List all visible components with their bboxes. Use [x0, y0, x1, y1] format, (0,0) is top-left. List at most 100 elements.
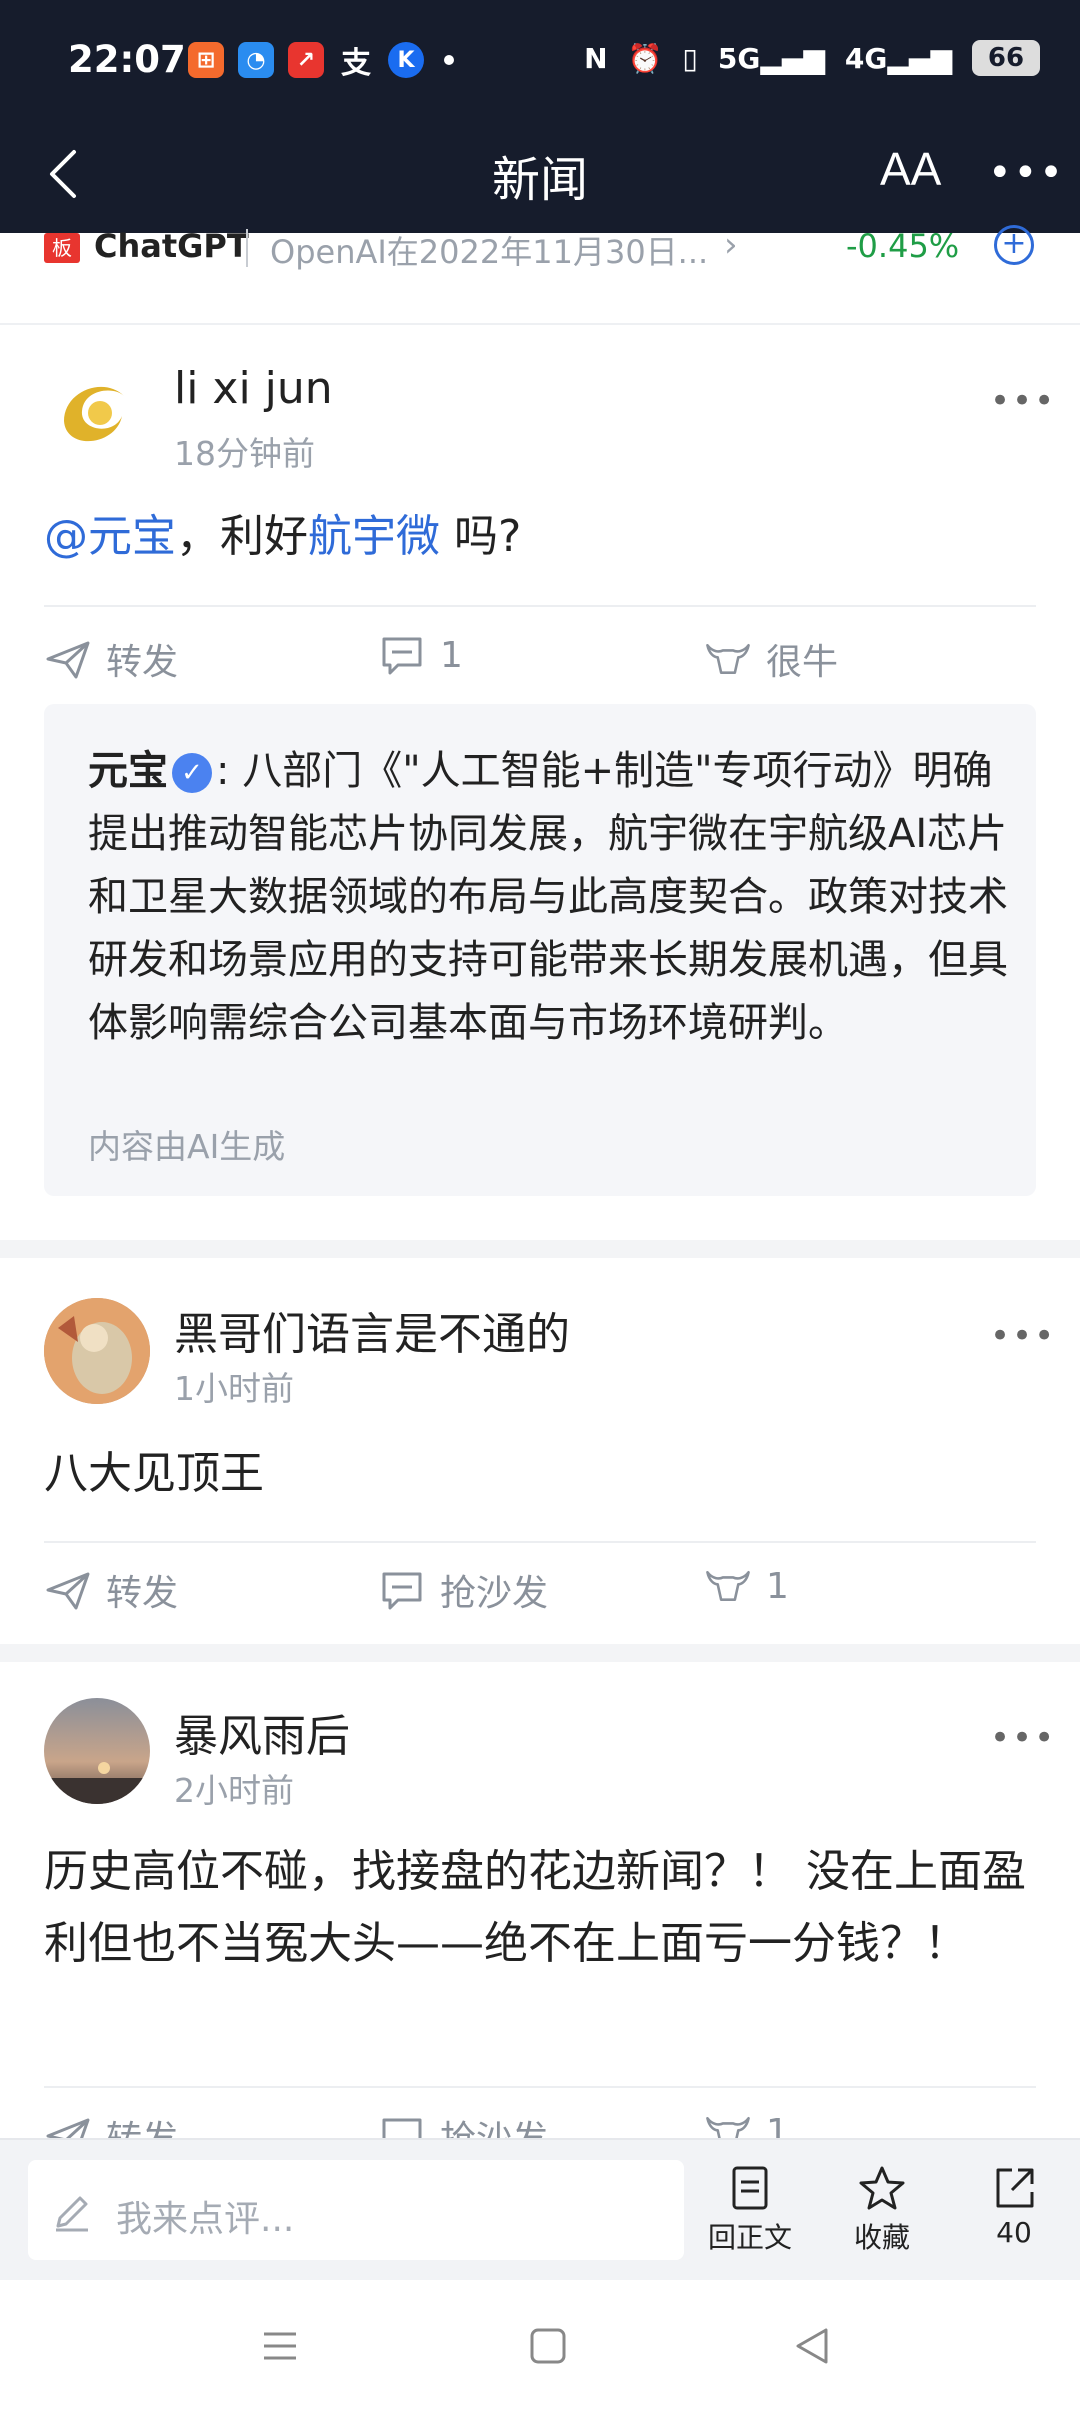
status-time: 22:07 [68, 38, 186, 81]
notification-icons: ⊞ ◔ ↗ 支 K [188, 42, 454, 81]
share-button[interactable]: 转发 [44, 633, 178, 685]
avatar[interactable] [44, 1298, 150, 1404]
ticker-separator [246, 229, 248, 267]
post-item: 暴风雨后 2小时前 ••• 历史高位不碰，找接盘的花边新闻？！ 没在上面盈利但也… [0, 1662, 1080, 2138]
share-label: 转发 [106, 1573, 179, 1614]
ticker-description: OpenAI在2022年11月30日... [270, 233, 709, 271]
stock-ticker-bar[interactable]: 板 ChatGPT OpenAI在2022年11月30日... › -0.45%… [0, 225, 1080, 325]
ai-generated-note: 内容由AI生成 [88, 1127, 286, 1166]
stock-app-icon: ↗ [288, 42, 324, 78]
share-icon [46, 2118, 90, 2138]
favorite-button[interactable]: 收藏 [822, 2164, 942, 2256]
pen-icon [56, 2196, 88, 2232]
font-size-button[interactable]: AA [880, 142, 941, 196]
divider [44, 1541, 1036, 1543]
sunset-avatar-icon [44, 1698, 150, 1804]
like-count: 1 [766, 2111, 789, 2139]
star-icon [859, 2166, 905, 2210]
post-text: 八大见顶王 [44, 1448, 264, 1499]
post-item: 黑哥们语言是不通的 1小时前 ••• 八大见顶王 转发 抢沙发 1 [0, 1258, 1080, 1638]
share-icon [46, 641, 90, 679]
post-text: 历史高位不碰，找接盘的花边新闻？！ 没在上面盈利但也不当冤大头——绝不在上面亏一… [44, 1846, 1026, 1969]
comment-icon [382, 1572, 422, 1610]
xiaohongshu-icon: ⊞ [188, 42, 224, 78]
share-label: 转发 [106, 642, 179, 683]
post-text: @元宝，利好航宇微 吗? [44, 501, 1036, 573]
post-time: 18分钟前 [174, 434, 315, 473]
share-count: 40 [996, 2216, 1032, 2249]
more-menu-button[interactable]: ••• [988, 150, 1065, 196]
avatar[interactable] [44, 361, 150, 467]
comment-label: 抢沙发 [440, 2110, 548, 2138]
ai-reply-text: 元宝 ✓: 八部门《"人工智能+制造"专项行动》明确提出推动智能芯片协同发展，航宇… [88, 740, 1008, 1055]
post-item: li xi jun 18分钟前 ••• @元宝，利好航宇微 吗? 转发 1 很牛… [0, 325, 1080, 1240]
status-bar: 22:07 ⊞ ◔ ↗ 支 K N ⏰ ▯ 5G▂▄▆ 4G▂▄▆ 66 [0, 0, 1080, 120]
signal-5g-icon: 5G▂▄▆ [717, 41, 825, 75]
comment-icon [382, 637, 422, 675]
like-count: 1 [766, 1565, 789, 1607]
author-name[interactable]: 黑哥们语言是不通的 [174, 1298, 570, 1362]
comment-bar: 我来点评... 回正文 收藏 40 [0, 2138, 1080, 2280]
sector-badge: 板 [44, 233, 80, 263]
vibrate-icon: ▯ [682, 41, 698, 75]
alarm-icon: ⏰ [627, 41, 663, 75]
more-notifications-dot [444, 55, 454, 65]
back-nav-icon[interactable] [790, 2324, 834, 2368]
mention-link[interactable]: @元宝 [44, 511, 176, 562]
share-icon [46, 1572, 90, 1610]
post-more-button[interactable]: ••• [990, 381, 1056, 421]
post-more-button[interactable]: ••• [990, 1718, 1056, 1758]
k-app-icon: K [388, 42, 424, 78]
system-icons: N ⏰ ▯ 5G▂▄▆ 4G▂▄▆ 66 [584, 40, 1040, 76]
external-share-icon [996, 2168, 1034, 2208]
back-to-article-button[interactable]: 回正文 [690, 2164, 810, 2256]
system-nav-bar [0, 2280, 1080, 2412]
share-article-button[interactable]: 40 [954, 2164, 1074, 2249]
avatar[interactable] [44, 1698, 150, 1804]
ticker-change: -0.45% [846, 227, 960, 265]
share-button[interactable]: 转发 [44, 1564, 178, 1616]
author-name[interactable]: 暴风雨后 [174, 1700, 350, 1764]
signal-4g-icon: 4G▂▄▆ [844, 41, 952, 75]
bull-icon [706, 2117, 750, 2138]
gold-swirl-avatar-icon [47, 364, 147, 464]
share-button[interactable]: 转发 [44, 2110, 178, 2138]
menu-icon[interactable] [258, 2324, 302, 2368]
add-watchlist-button[interactable]: + [994, 225, 1034, 265]
like-button[interactable]: 1 [704, 1564, 789, 1608]
like-label: 很牛 [766, 642, 839, 683]
chevron-right-icon: › [724, 225, 738, 265]
share-label: 转发 [106, 2110, 178, 2138]
battery-icon: 66 [972, 40, 1040, 76]
stock-link[interactable]: 航宇微 [308, 511, 440, 562]
divider [44, 2086, 1036, 2088]
comment-input[interactable]: 我来点评... [28, 2160, 684, 2260]
ai-reply-name: 元宝 [88, 748, 168, 794]
comment-icon [382, 2118, 422, 2138]
bull-icon [706, 643, 750, 674]
comment-button[interactable]: 抢沙发 [378, 2110, 548, 2138]
author-name[interactable]: li xi jun [174, 363, 333, 414]
comment-count: 1 [440, 634, 463, 676]
nfc-icon: N [584, 41, 608, 75]
ai-reply-box[interactable]: 元宝 ✓: 八部门《"人工智能+制造"专项行动》明确提出推动智能芯片协同发展，航宇… [44, 704, 1036, 1196]
bull-icon [706, 1571, 750, 1601]
divider [44, 605, 1036, 607]
comment-label: 抢沙发 [440, 1573, 549, 1614]
ai-reply-body: : 八部门《"人工智能+制造"专项行动》明确提出推动智能芯片协同发展，航宇微在宇… [88, 748, 1008, 1046]
post-time: 1小时前 [174, 1369, 294, 1408]
comment-placeholder: 我来点评... [116, 2199, 295, 2240]
post-more-button[interactable]: ••• [990, 1316, 1056, 1356]
comment-button[interactable]: 1 [378, 633, 463, 677]
nav-bar: 新闻 AA ••• [0, 120, 1080, 233]
post-time: 2小时前 [174, 1771, 294, 1810]
ticker-name: ChatGPT [94, 227, 249, 265]
like-button[interactable]: 1 [704, 2110, 789, 2138]
comment-button[interactable]: 抢沙发 [378, 1564, 548, 1616]
like-button[interactable]: 很牛 [704, 633, 838, 685]
section-gap [0, 1240, 1080, 1258]
post-actions: 转发 1 很牛 [44, 633, 1036, 693]
cartoon-avatar-icon [44, 1298, 150, 1404]
post-actions: 转发 抢沙发 1 [44, 1564, 1036, 1624]
home-icon[interactable] [526, 2324, 570, 2368]
